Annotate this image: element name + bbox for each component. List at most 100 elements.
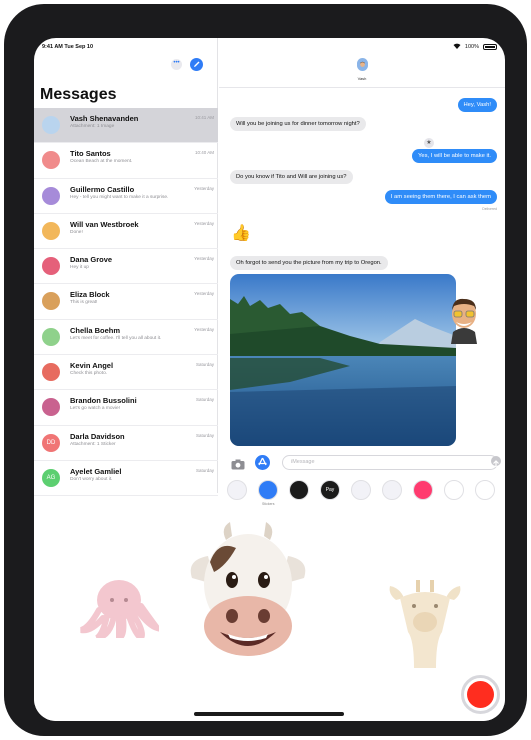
- message-bubble[interactable]: I am seeing them there, I can ask them: [384, 190, 497, 204]
- camera-button[interactable]: [231, 457, 245, 470]
- message-bubble[interactable]: Oh forgot to send you the picture from m…: [230, 256, 388, 270]
- digital-touch-app-icon[interactable]: [289, 480, 309, 500]
- conversation-time: 10:40 AM: [194, 150, 214, 156]
- thumbs-up-emoji[interactable]: 👍: [231, 223, 251, 243]
- apple-pay-app-icon[interactable]: Pay: [320, 480, 340, 500]
- conversation-time: Yesterday: [194, 256, 214, 262]
- app-store-button[interactable]: [255, 455, 270, 470]
- conversation-item[interactable]: Tito Santos 10:40 AM Ocean Beach at the mo…: [34, 143, 218, 179]
- avatar: [42, 257, 60, 276]
- conversation-name: Darla Davidson: [70, 431, 125, 441]
- conversation-time: Saturday: [195, 397, 214, 403]
- conversation-name: Vash Shenavanden: [70, 114, 139, 123]
- message-input-row: iMessage: [219, 454, 505, 472]
- conversation-item[interactable]: Eliza Block Yesterday This is great!: [34, 284, 218, 320]
- conversation-preview: Check this photo.: [70, 371, 108, 377]
- send-button[interactable]: [491, 456, 501, 467]
- conversation-name: Will van Westbroek: [70, 219, 139, 229]
- app-drawer: Stickers Pay: [219, 478, 505, 510]
- conversation-time: Saturday: [195, 432, 214, 438]
- conversation-time: 10:41 AM: [194, 115, 214, 120]
- conversation-item[interactable]: Chella Boehm Yesterday Let's meet for coff…: [34, 320, 218, 356]
- more-app-icon[interactable]: [475, 480, 495, 500]
- conversation-time: Saturday: [195, 467, 214, 473]
- conversation-sidebar: ••• Messages Vash Shenavanden 10:41 AM Att…: [34, 38, 218, 497]
- animoji-picker: [34, 510, 505, 721]
- conversation-time: Yesterday: [194, 326, 214, 332]
- lake-landscape-image: [230, 274, 456, 446]
- conversation-item[interactable]: Guillermo Castillo Yesterday Hey - tell yo…: [34, 179, 218, 214]
- conversation-item[interactable]: Will van Westbroek Yesterday Done!: [34, 214, 218, 250]
- sidebar-toolbar: •••: [171, 58, 203, 71]
- compose-icon: [194, 61, 200, 67]
- conversation-time: Yesterday: [194, 185, 214, 191]
- conversation-preview: Hey it up: [70, 265, 89, 271]
- page-title: Messages: [40, 86, 117, 103]
- photo-attachment[interactable]: [230, 274, 456, 446]
- avatar: [42, 151, 60, 170]
- conversation-item[interactable]: AG Ayelet Gamliel Saturday Don't worry abou…: [34, 461, 218, 497]
- avatar: [42, 186, 60, 205]
- avatar: [42, 221, 60, 240]
- conversation-time: Yesterday: [194, 291, 214, 297]
- conversation-item[interactable]: DD Darla Davidson Saturday Attachment: 1 St…: [34, 426, 218, 461]
- message-bubble[interactable]: Will you be joining us for dinner tomorr…: [230, 117, 366, 131]
- home-indicator[interactable]: [194, 712, 344, 716]
- memoji-sticker[interactable]: [449, 296, 479, 344]
- avatar: AG: [42, 468, 60, 487]
- conversation-name: Guillermo Castillo: [70, 184, 135, 194]
- octopus-animoji[interactable]: [79, 578, 165, 643]
- app-store-app-icon[interactable]: [258, 480, 278, 500]
- arrow-up-icon: [493, 460, 499, 467]
- conversation-preview: This is great!: [70, 300, 98, 306]
- music-app-icon[interactable]: [444, 480, 464, 500]
- message-bubble[interactable]: Do you know if Tito and Will are joining…: [230, 170, 353, 184]
- conversation-name: Brandon Bussolini: [70, 396, 137, 406]
- conversation-preview: Hey - tell you might want to make it a s…: [70, 194, 169, 200]
- conversation-preview: Ocean Beach at the moment.: [70, 159, 133, 165]
- conversation-preview: Don't worry about it.: [70, 476, 113, 482]
- avatar: [42, 116, 60, 134]
- photos-app-icon[interactable]: [227, 480, 247, 500]
- conversation-preview: Attachment: 1 Sticker: [70, 441, 116, 447]
- avatar: [42, 327, 60, 346]
- screen: 9:41 AM Tue Sep 10 100% ••• Messages Vas…: [34, 38, 505, 721]
- conversation-item[interactable]: Dana Grove Yesterday Hey it up: [34, 249, 218, 285]
- drawer-caption: Stickers: [262, 502, 275, 506]
- message-bubble[interactable]: Hey, Vash!: [457, 98, 497, 112]
- chat-header[interactable]: Vash: [219, 50, 505, 88]
- conversation-name: Dana Grove: [70, 255, 113, 265]
- app-store-icon: [258, 457, 267, 466]
- avatar: [42, 398, 60, 417]
- conversation-name: Eliza Block: [70, 290, 110, 300]
- conversation-name: Ayelet Gamliel: [70, 466, 122, 476]
- conversation-name: Kevin Angel: [70, 361, 114, 371]
- conversation-preview: Attachment: 1 Image: [70, 124, 115, 129]
- contact-avatar[interactable]: [357, 58, 368, 71]
- ipad-frame: 9:41 AM Tue Sep 10 100% ••• Messages Vas…: [4, 4, 527, 736]
- more-options-button[interactable]: •••: [171, 59, 182, 70]
- animoji-app-icon[interactable]: [382, 480, 402, 500]
- memoji-stickers-app-icon[interactable]: [351, 480, 371, 500]
- conversation-item[interactable]: Vash Shenavanden 10:41 AM Attachment: 1 Im…: [34, 108, 218, 144]
- message-bubble[interactable]: Yes, I will be able to make it.: [412, 149, 497, 163]
- conversation-name: Chella Boehm: [70, 325, 121, 335]
- chat-pane: Vash Hey, Vash! Will you be joining us f…: [219, 38, 505, 493]
- avatar: [42, 292, 60, 311]
- conversation-time: Yesterday: [194, 220, 214, 226]
- giraffe-animoji[interactable]: [386, 580, 464, 668]
- conversation-preview: Let's go watch a movie!: [70, 406, 120, 412]
- conversation-name: Tito Santos: [70, 149, 111, 159]
- message-input[interactable]: iMessage: [282, 455, 498, 470]
- conversation-item[interactable]: Kevin Angel Saturday Check this photo.: [34, 355, 218, 391]
- compose-button[interactable]: [190, 58, 203, 71]
- avatar: DD: [42, 433, 60, 452]
- tapback-reaction-icon: ★: [424, 138, 434, 148]
- search-images-app-icon[interactable]: [413, 480, 433, 500]
- conversation-item[interactable]: Brandon Bussolini Saturday Let's go watch …: [34, 390, 218, 426]
- cow-animoji[interactable]: [186, 520, 310, 670]
- record-button[interactable]: [461, 675, 500, 714]
- conversation-list: Vash Shenavanden 10:41 AM Attachment: 1 Im…: [34, 108, 218, 497]
- camera-icon: [231, 459, 245, 470]
- conversation-preview: Done!: [70, 229, 83, 235]
